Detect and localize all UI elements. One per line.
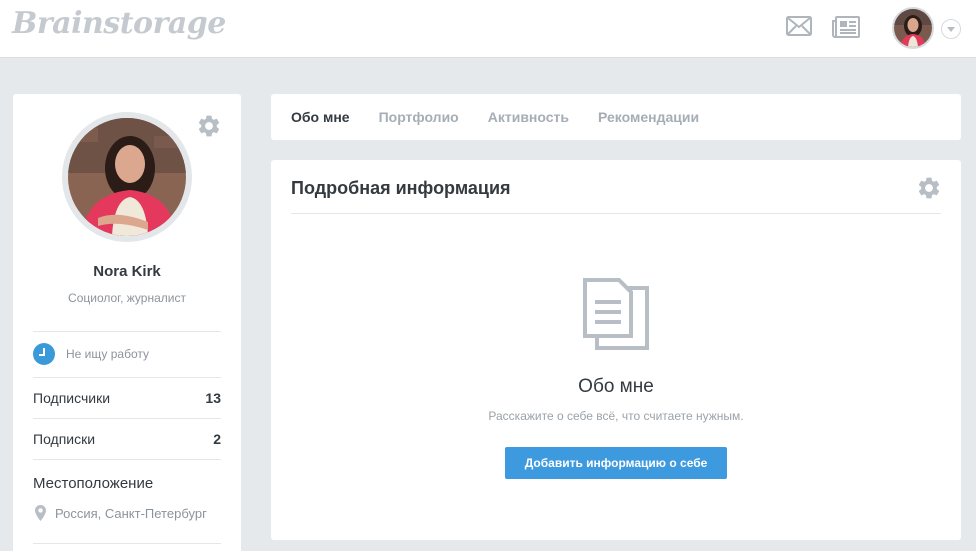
- divider: [33, 459, 221, 460]
- profile-name: Nora Kirk: [93, 263, 161, 280]
- profile-photo: [68, 118, 186, 236]
- followers-row[interactable]: Подписчики 13: [33, 388, 221, 408]
- job-status-label: Не ищу работу: [66, 347, 149, 361]
- empty-state-title: Обо мне: [578, 376, 654, 397]
- followers-count: 13: [205, 390, 221, 406]
- details-card: Подробная информация Обо мне Расскажите …: [271, 160, 961, 540]
- profile-card: Nora Kirk Социолог, журналист Не ищу раб…: [13, 94, 241, 551]
- tab-activity[interactable]: Активность: [488, 109, 569, 125]
- gear-icon[interactable]: [196, 113, 222, 139]
- profile-tabs: Обо мне Портфолио Активность Рекомендаци…: [271, 94, 961, 140]
- location-value: Россия, Санкт-Петербург: [55, 505, 207, 521]
- job-status[interactable]: Не ищу работу: [33, 343, 221, 365]
- documents-icon: [583, 278, 649, 350]
- divider: [33, 543, 221, 544]
- empty-state-subtitle: Расскажите о себе всё, что считаете нужн…: [488, 409, 744, 423]
- tab-recommendations[interactable]: Рекомендации: [598, 109, 699, 125]
- following-label: Подписки: [33, 431, 96, 447]
- tab-about[interactable]: Обо мне: [291, 109, 350, 125]
- map-pin-icon: [35, 505, 46, 521]
- mail-icon[interactable]: [786, 16, 812, 36]
- brand-logo[interactable]: Brainstorage: [12, 6, 226, 41]
- user-avatar[interactable]: [892, 7, 934, 49]
- followers-label: Подписчики: [33, 390, 111, 406]
- divider: [33, 418, 221, 419]
- divider: [33, 331, 221, 332]
- divider: [291, 213, 941, 214]
- following-count: 2: [213, 431, 221, 447]
- divider: [33, 377, 221, 378]
- gear-icon[interactable]: [916, 175, 942, 201]
- profile-avatar[interactable]: [62, 112, 192, 242]
- clock-icon: [33, 343, 55, 365]
- chevron-down-icon[interactable]: [941, 19, 961, 39]
- tab-portfolio[interactable]: Портфолио: [379, 109, 459, 125]
- profile-role: Социолог, журналист: [68, 291, 186, 305]
- location-title: Местоположение: [33, 475, 154, 492]
- following-row[interactable]: Подписки 2: [33, 429, 221, 449]
- top-bar: Brainstorage: [0, 0, 976, 58]
- details-title: Подробная информация: [291, 178, 511, 198]
- newspaper-icon[interactable]: [832, 16, 860, 38]
- add-info-button[interactable]: Добавить информацию о себе: [505, 447, 727, 479]
- location: Россия, Санкт-Петербург: [35, 505, 207, 521]
- avatar-photo: [894, 9, 932, 47]
